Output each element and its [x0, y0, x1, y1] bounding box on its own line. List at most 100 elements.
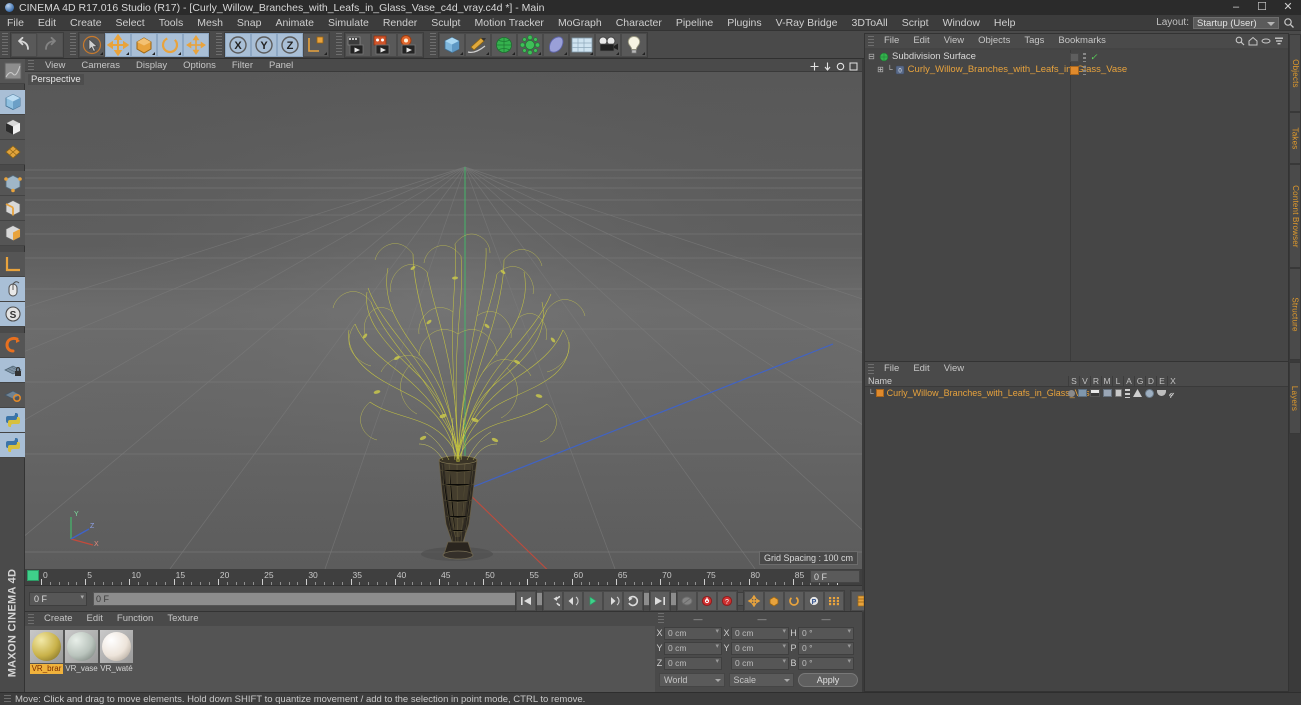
- material-item[interactable]: VR_vase: [65, 630, 98, 692]
- status-bar-grip[interactable]: [4, 694, 11, 704]
- object-manager-grip[interactable]: [868, 35, 874, 47]
- go-to-end-icon[interactable]: [650, 591, 670, 611]
- render-icon[interactable]: [1090, 389, 1100, 397]
- layer-column-l[interactable]: L: [1112, 376, 1123, 386]
- menu-item-pipeline[interactable]: Pipeline: [669, 15, 720, 31]
- menu-item-mograph[interactable]: MoGraph: [551, 15, 609, 31]
- planar-workplane-icon[interactable]: [0, 383, 25, 408]
- autokeying-icon[interactable]: [697, 591, 717, 611]
- viewport-menu-cameras[interactable]: Cameras: [73, 59, 128, 72]
- play-forward-icon[interactable]: [583, 591, 603, 611]
- visible-icon[interactable]: [1078, 389, 1087, 397]
- manager-icon[interactable]: [1103, 389, 1112, 397]
- layer-column-s[interactable]: S: [1068, 376, 1079, 386]
- side-tab-takes[interactable]: Takes: [1289, 112, 1301, 164]
- material-menu-edit[interactable]: Edit: [80, 612, 110, 626]
- menu-item-tools[interactable]: Tools: [152, 15, 191, 31]
- menu-item-help[interactable]: Help: [987, 15, 1023, 31]
- layer-column-d[interactable]: D: [1145, 376, 1156, 386]
- render-visibility-icon[interactable]: [1083, 52, 1086, 62]
- menu-item-script[interactable]: Script: [895, 15, 936, 31]
- object-menu-edit[interactable]: Edit: [906, 34, 936, 48]
- object-name[interactable]: Subdivision Surface: [892, 51, 976, 62]
- scale-key-icon[interactable]: [764, 591, 784, 611]
- material-menu-texture[interactable]: Texture: [160, 612, 205, 626]
- current-frame-marker[interactable]: [27, 570, 39, 581]
- pan-icon[interactable]: [810, 62, 819, 71]
- deformers-icon[interactable]: [1145, 388, 1154, 398]
- menu-item-simulate[interactable]: Simulate: [321, 15, 376, 31]
- expressions-icon[interactable]: [1157, 390, 1166, 396]
- viewport-menu-grip[interactable]: [28, 59, 34, 71]
- texture-axis-icon[interactable]: [0, 59, 25, 84]
- cube-primitive-icon[interactable]: [439, 32, 465, 57]
- size-z-input[interactable]: 0 cm ▾: [731, 656, 789, 670]
- layer-name[interactable]: Curly_Willow_Branches_with_Leafs_in_Glas…: [887, 388, 1095, 398]
- lock-icon[interactable]: [1115, 389, 1122, 397]
- side-tab-structure[interactable]: Structure: [1289, 268, 1301, 360]
- material-preview[interactable]: [30, 630, 63, 663]
- close-button[interactable]: ✕: [1275, 0, 1301, 15]
- home-icon[interactable]: [1248, 36, 1258, 46]
- material-list[interactable]: VR_brar VR_vase VR_waté: [25, 626, 665, 692]
- layout-dropdown[interactable]: Startup (User): [1193, 16, 1279, 29]
- generators-icon[interactable]: [1133, 389, 1142, 397]
- object-menu-tags[interactable]: Tags: [1017, 34, 1051, 48]
- material-menu-function[interactable]: Function: [110, 612, 160, 626]
- expander-icon[interactable]: ⊞: [876, 65, 885, 74]
- minimize-button[interactable]: –: [1223, 0, 1249, 15]
- viewport-menu-display[interactable]: Display: [128, 59, 175, 72]
- search-icon[interactable]: [1283, 17, 1295, 29]
- layer-color-swatch[interactable]: [875, 389, 884, 397]
- material-tag-icon[interactable]: [1070, 65, 1079, 75]
- next-key-icon[interactable]: [623, 591, 643, 611]
- panel-menu-icon[interactable]: [1274, 36, 1284, 46]
- play-back-icon[interactable]: [563, 591, 583, 611]
- rotation-key-icon[interactable]: [784, 591, 804, 611]
- editor-visibility-icon[interactable]: [1070, 52, 1079, 62]
- deformer-icon[interactable]: [543, 32, 569, 57]
- z-axis-icon[interactable]: Z: [277, 32, 303, 57]
- go-to-start-icon[interactable]: [516, 591, 536, 611]
- material-name[interactable]: VR_waté: [100, 664, 133, 674]
- rotation-h-input[interactable]: 0 ° ▾: [798, 626, 854, 640]
- object-menu-objects[interactable]: Objects: [971, 34, 1017, 48]
- size-y-input[interactable]: 0 cm ▾: [731, 641, 789, 655]
- layer-menu-view[interactable]: View: [937, 362, 971, 376]
- viewport-menu-view[interactable]: View: [37, 59, 73, 72]
- object-menu-bookmarks[interactable]: Bookmarks: [1051, 34, 1113, 48]
- python-script-2-icon[interactable]: [0, 433, 25, 458]
- menu-item-character[interactable]: Character: [609, 15, 669, 31]
- layer-column-v[interactable]: V: [1079, 376, 1090, 386]
- position-key-icon[interactable]: [744, 591, 764, 611]
- render-settings-icon[interactable]: [397, 32, 423, 57]
- camera-icon[interactable]: [595, 32, 621, 57]
- redo-icon[interactable]: [37, 32, 63, 57]
- toolbar-grip-3[interactable]: [216, 32, 222, 57]
- scale-icon[interactable]: [131, 32, 157, 57]
- rotate-view-icon[interactable]: [836, 62, 845, 71]
- layer-row[interactable]: └ Curly_Willow_Branches_with_Leafs_in_Gl…: [865, 387, 1288, 399]
- menu-item-select[interactable]: Select: [109, 15, 152, 31]
- toolbar-grip[interactable]: [2, 32, 8, 57]
- lock-workplane-icon[interactable]: [0, 358, 25, 383]
- point-level-animation-icon[interactable]: [824, 591, 844, 611]
- menu-item-create[interactable]: Create: [63, 15, 109, 31]
- enable-snapping-icon[interactable]: S: [0, 302, 25, 327]
- material-menu-grip[interactable]: [28, 613, 34, 625]
- menu-item-file[interactable]: File: [0, 15, 31, 31]
- render-picture-viewer-icon[interactable]: [371, 32, 397, 57]
- layer-column-a[interactable]: A: [1123, 376, 1134, 386]
- keyframe-selection-icon[interactable]: ?: [717, 591, 737, 611]
- side-tab-content-browser[interactable]: Content Browser: [1289, 164, 1301, 268]
- point-mode-icon[interactable]: [0, 171, 25, 196]
- subdivision-surface-icon[interactable]: [491, 32, 517, 57]
- maximize-button[interactable]: ☐: [1249, 0, 1275, 15]
- material-menu-create[interactable]: Create: [37, 612, 80, 626]
- material-preview[interactable]: [65, 630, 98, 663]
- rotation-b-input[interactable]: 0 ° ▾: [798, 656, 854, 670]
- menu-item-window[interactable]: Window: [936, 15, 987, 31]
- viewport-solo-icon[interactable]: [0, 277, 25, 302]
- coordinate-system-dropdown[interactable]: World: [659, 673, 725, 687]
- y-axis-icon[interactable]: Y: [251, 32, 277, 57]
